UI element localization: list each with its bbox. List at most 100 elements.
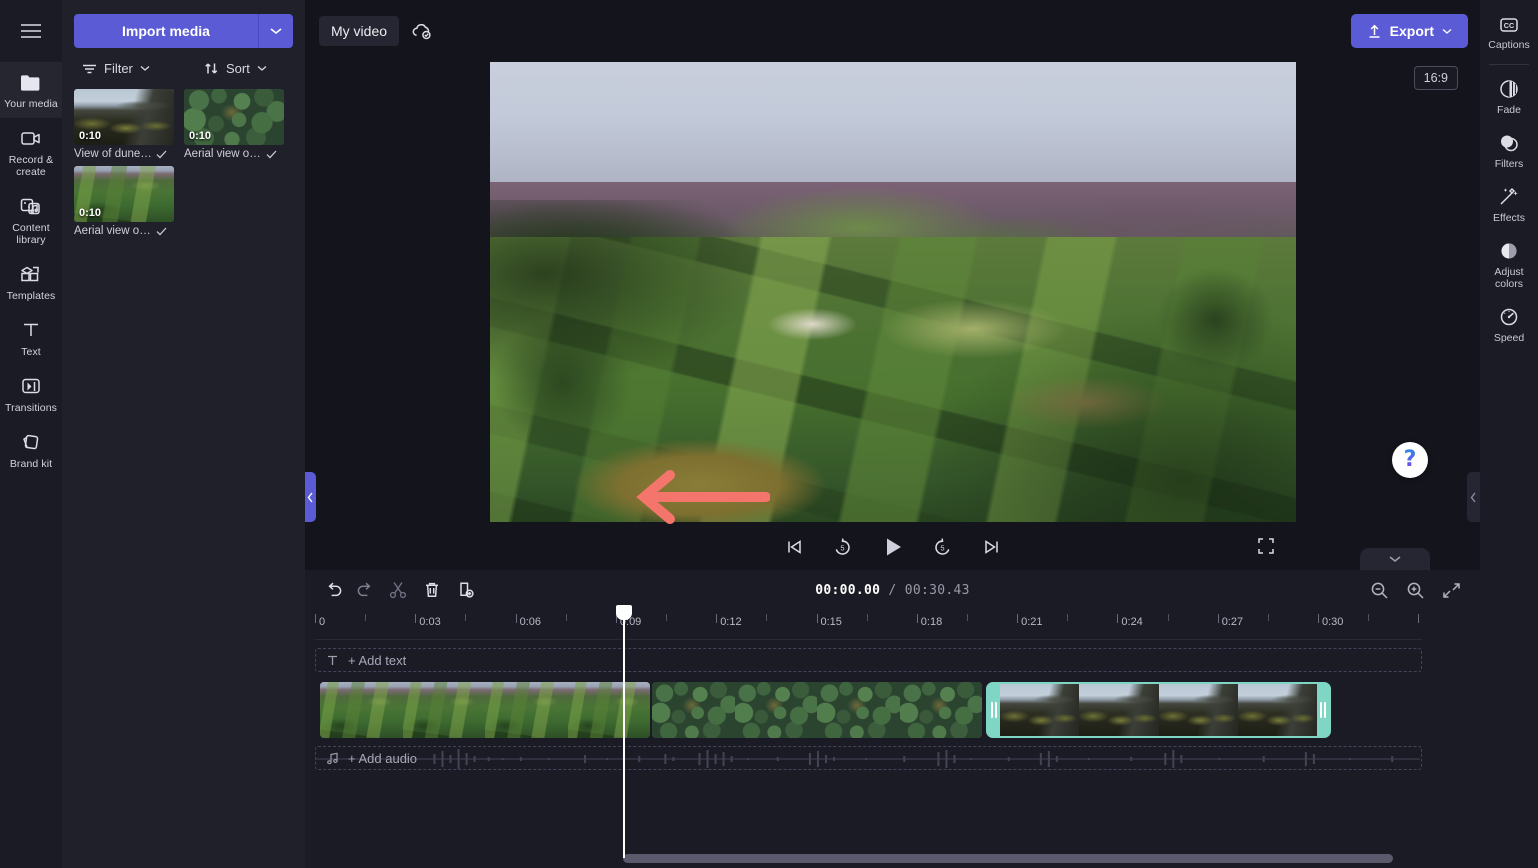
export-button[interactable]: Export xyxy=(1350,14,1468,48)
play-icon xyxy=(886,538,901,556)
collapse-preview-tab[interactable] xyxy=(1360,548,1430,570)
media-thumbnail[interactable]: 0:10 xyxy=(184,89,284,145)
collapse-left-panel-handle[interactable] xyxy=(305,472,316,522)
fullscreen-icon xyxy=(1258,538,1274,554)
media-item[interactable]: 0:10 Aerial view of ... xyxy=(74,166,174,237)
playhead[interactable] xyxy=(616,605,632,858)
right-item-label: Filters xyxy=(1494,158,1524,170)
media-thumbnail[interactable]: 0:10 xyxy=(74,89,174,145)
ruler-tick-mark xyxy=(1318,614,1319,623)
clip-trim-handle-right[interactable] xyxy=(1317,684,1329,736)
skip-to-start-button[interactable] xyxy=(782,534,808,560)
rewind-5-button[interactable]: 5 xyxy=(830,534,856,560)
forward-5s-icon: 5 xyxy=(935,538,950,555)
timeline-hscrollbar-track[interactable] xyxy=(623,854,1474,863)
right-item-label: Fade xyxy=(1497,104,1521,116)
export-label: Export xyxy=(1389,23,1434,39)
sidebar-item-label: Brand kit xyxy=(9,458,53,470)
right-item-speed[interactable]: Speed xyxy=(1480,297,1538,351)
skip-next-icon xyxy=(984,540,998,554)
playhead-handle[interactable] xyxy=(616,605,632,620)
import-media-dropdown-caret[interactable] xyxy=(259,14,293,48)
ruler-tick-label: 0 xyxy=(319,616,326,628)
timeline-ruler[interactable]: 0 0:03 0:06 0:09 0:12 0:15 0:18 0:21 0:24 0:27 0:3… xyxy=(315,610,1422,640)
adjust-colors-icon xyxy=(1501,243,1517,259)
time-separator: / xyxy=(888,582,897,598)
ruler-minor-tick xyxy=(1167,614,1169,621)
media-grid: 0:10 View of dunes... 0:10 Aerial view o… xyxy=(74,89,293,237)
filter-label: Filter xyxy=(104,61,133,76)
ruler-tick-mark xyxy=(415,614,417,623)
folder-icon xyxy=(21,75,40,91)
sort-button[interactable]: Sort xyxy=(194,61,267,76)
sidebar-item-content-library[interactable]: Content library xyxy=(0,186,62,254)
text-track: + Add text xyxy=(315,648,1422,672)
cloud-saved-icon[interactable] xyxy=(409,20,435,42)
top-header: My video Export xyxy=(305,0,1480,62)
media-item[interactable]: 0:10 Aerial view of ... xyxy=(184,89,284,160)
timeline-hscrollbar-thumb[interactable] xyxy=(623,854,1393,863)
upload-arrow-icon xyxy=(1369,24,1380,38)
hamburger-menu-icon[interactable] xyxy=(0,0,62,62)
help-button[interactable]: ? xyxy=(1392,442,1428,478)
sidebar-item-label: Your media xyxy=(4,98,58,110)
sidebar-item-transitions[interactable]: Transitions xyxy=(0,366,62,422)
add-text-track-button[interactable]: + Add text xyxy=(315,648,1422,672)
sidebar-item-templates[interactable]: Templates xyxy=(0,254,62,310)
ruler-minor-tick xyxy=(866,614,868,621)
player-controls: 5 5 xyxy=(305,524,1480,570)
filter-button[interactable]: Filter xyxy=(76,61,194,76)
right-item-fade[interactable]: Fade xyxy=(1480,69,1538,123)
media-thumbnail[interactable]: 0:10 xyxy=(74,166,174,222)
sidebar-item-brand-kit[interactable]: Brand kit xyxy=(0,422,62,478)
question-mark-icon: ? xyxy=(1403,447,1417,472)
forward-5-button[interactable]: 5 xyxy=(930,534,956,560)
right-item-filters[interactable]: Filters xyxy=(1480,123,1538,177)
import-media-button[interactable]: Import media xyxy=(74,14,259,48)
skip-to-end-button[interactable] xyxy=(978,534,1004,560)
play-button[interactable] xyxy=(878,532,908,562)
sidebar-item-record-create[interactable]: Record & create xyxy=(0,118,62,186)
ruler-tick-mark xyxy=(816,614,818,623)
right-item-label: Speed xyxy=(1493,332,1525,344)
clip-forest[interactable] xyxy=(652,682,982,738)
magnifier-minus-icon xyxy=(1371,582,1388,599)
chevron-down-icon xyxy=(270,28,282,35)
project-title[interactable]: My video xyxy=(319,16,400,46)
magnifier-plus-icon xyxy=(1407,582,1424,599)
sidebar-item-your-media[interactable]: Your media xyxy=(0,62,62,118)
zoom-in-button[interactable] xyxy=(1400,575,1430,605)
collapse-right-panel-handle[interactable] xyxy=(1467,472,1480,522)
media-item[interactable]: 0:10 View of dunes... xyxy=(74,89,174,160)
ruler-tick-mark xyxy=(1418,614,1420,623)
fullscreen-button[interactable] xyxy=(1257,537,1275,560)
closed-captions-icon: CC xyxy=(1500,18,1518,32)
video-preview[interactable] xyxy=(489,62,1296,522)
timeline: 00:00.00 / 00:30.43 0 0:03 0:06 0:09 0:1… xyxy=(305,570,1480,868)
ruler-tick-mark xyxy=(1217,614,1219,623)
right-item-captions[interactable]: CC Captions xyxy=(1480,8,1538,58)
filter-sort-row: Filter Sort xyxy=(74,61,293,76)
right-item-effects[interactable]: Effects xyxy=(1480,177,1538,231)
clip-aerial-fields[interactable] xyxy=(320,682,650,738)
add-audio-track-button[interactable]: + Add audio xyxy=(315,746,1422,770)
sidebar-item-text[interactable]: Text xyxy=(0,310,62,366)
timeline-tracks: + Add text + Add audio xyxy=(305,648,1480,850)
media-duration: 0:10 xyxy=(189,130,212,142)
sidebar-item-label: Text xyxy=(21,346,41,358)
timeline-toolbar: 00:00.00 / 00:30.43 xyxy=(305,570,1480,610)
filter-lines-icon xyxy=(83,64,96,73)
fit-timeline-button[interactable] xyxy=(1436,575,1466,605)
ruler-tick-label: 0:15 xyxy=(820,616,842,628)
media-name: View of dunes... xyxy=(74,148,152,160)
effects-wand-icon xyxy=(1500,187,1518,205)
fade-icon xyxy=(1500,80,1518,98)
zoom-out-button[interactable] xyxy=(1364,575,1394,605)
aspect-ratio-badge[interactable]: 16:9 xyxy=(1413,66,1458,90)
clip-trim-handle-left[interactable] xyxy=(988,684,1000,736)
ruler-minor-tick xyxy=(1368,614,1370,621)
clip-dunes-selected[interactable] xyxy=(986,682,1331,738)
current-time: 00:00.00 xyxy=(815,582,881,598)
ruler-minor-tick xyxy=(565,614,567,621)
right-item-adjust-colors[interactable]: Adjust colors xyxy=(1480,231,1538,297)
